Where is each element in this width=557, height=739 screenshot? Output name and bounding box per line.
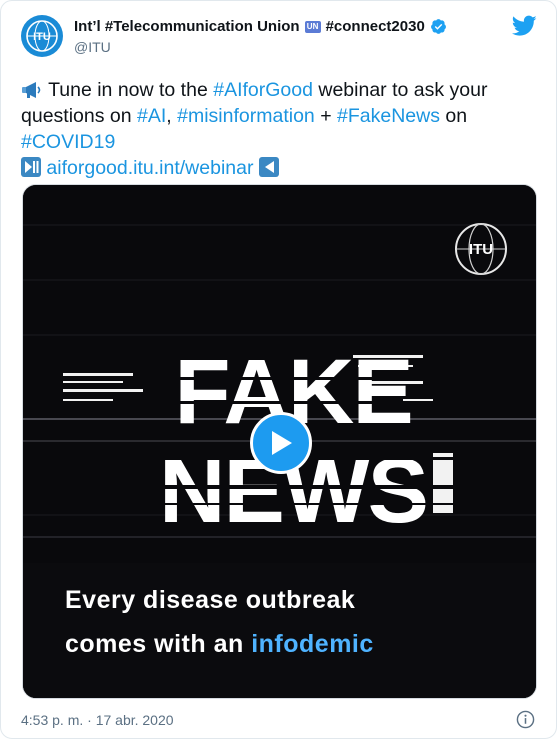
tweet-card: ITU Int’l #Telecommunication Union UN #c… (0, 0, 557, 739)
avatar-logo-text: ITU (33, 31, 51, 43)
video-caption: Every disease outbreak comes with an inf… (65, 578, 374, 666)
hashtag-fakenews-link[interactable]: #FakeNews (337, 105, 440, 127)
tweet-text: Tune in now to the #AIforGood webinar to… (21, 77, 541, 181)
tweet-line-3: #COVID19 (21, 129, 541, 155)
megaphone-icon (22, 82, 41, 98)
account-name[interactable]: Int’l #Telecommunication Union (74, 18, 300, 35)
verified-icon (430, 19, 446, 34)
account-name-suffix[interactable]: #connect2030 (326, 18, 425, 35)
play-button[interactable] (250, 412, 312, 474)
twitter-bird-icon[interactable] (512, 15, 537, 37)
un-badge-icon: UN (304, 20, 321, 33)
info-icon[interactable] (516, 710, 535, 729)
account-handle[interactable]: @ITU (74, 39, 111, 55)
account-name-row[interactable]: Int’l #Telecommunication Union UN #conne… (74, 18, 447, 35)
tweet-line-1: Tune in now to the #AIforGood webinar to… (21, 77, 541, 103)
itu-logo-text: ITU (469, 241, 493, 258)
video-player[interactable]: FAKE NEWS ITU Every disease outbreak com… (22, 184, 537, 699)
caption-line-1: Every disease outbreak (65, 586, 356, 614)
hashtag-ai-link[interactable]: #AI (137, 105, 166, 127)
tweet-line-4: aiforgood.itu.int/webinar (21, 155, 541, 181)
hashtag-covid19-link[interactable]: #COVID19 (21, 131, 115, 153)
reverse-button-icon (258, 157, 279, 177)
avatar[interactable]: ITU (21, 15, 63, 57)
caption-line-2: comes with an infodemic (65, 622, 374, 666)
tweet-timestamp[interactable]: 4:53 p. m. · 17 abr. 2020 (21, 712, 174, 728)
hashtag-aiforgood-link[interactable]: #AIforGood (213, 79, 313, 101)
tweet-text-segment: , (166, 105, 178, 127)
caption-text: comes with an (65, 630, 252, 658)
tweet-text-segment: questions on (21, 105, 138, 127)
webinar-link[interactable]: aiforgood.itu.int/webinar (46, 157, 253, 179)
caption-highlight: infodemic (251, 630, 374, 658)
tweet-text-segment: Tune in now to the (48, 79, 214, 101)
tweet-text-segment: webinar to ask your (312, 79, 488, 101)
tweet-text-segment: + (314, 105, 338, 127)
tweet-line-2: questions on #AI, #misinformation + #Fak… (21, 103, 541, 129)
tweet-text-segment: on (439, 105, 468, 127)
hashtag-misinformation-link[interactable]: #misinformation (177, 105, 315, 127)
itu-logo-icon: ITU (455, 223, 507, 275)
play-icon (272, 431, 292, 455)
play-pause-icon (21, 157, 41, 177)
